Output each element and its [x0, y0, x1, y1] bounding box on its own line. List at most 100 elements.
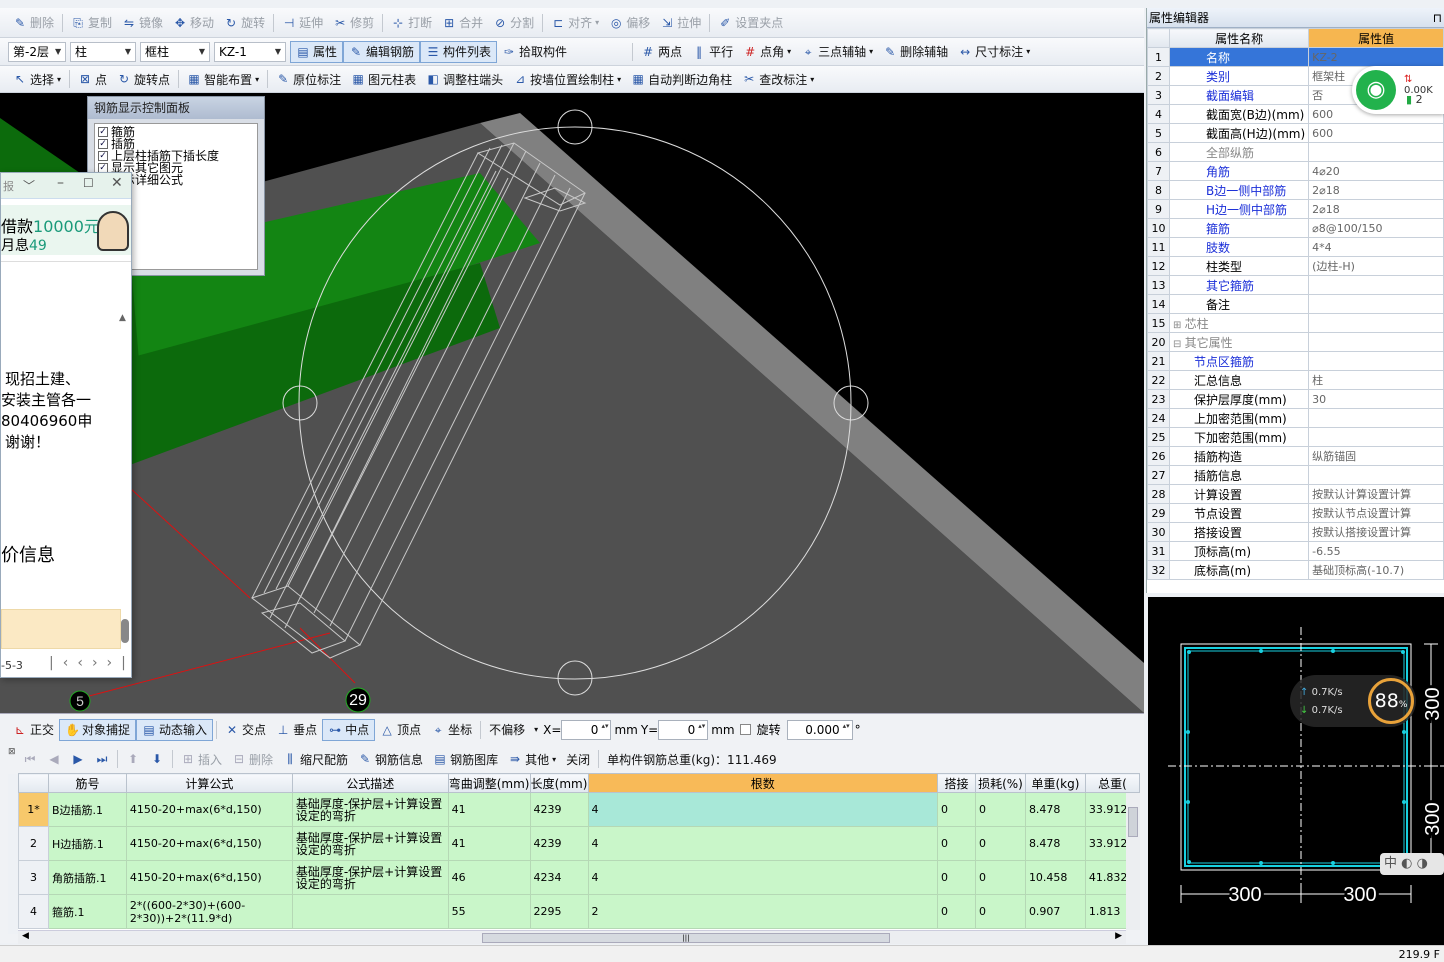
property-row[interactable]: 9 H边一侧中部筋 2⌀18: [1147, 199, 1444, 219]
rebar-library-button[interactable]: ▤ 钢筋图库: [428, 748, 503, 770]
checkbox-checked-icon[interactable]: ✓: [98, 151, 108, 161]
count-cell[interactable]: 4: [587, 860, 939, 895]
split-tool[interactable]: ⊘ 分割: [488, 12, 539, 34]
property-row[interactable]: 31 顶标高(m) -6.55: [1147, 541, 1444, 561]
unit-weight-cell[interactable]: 0.907: [1024, 894, 1086, 929]
property-row[interactable]: 15 ⊞ 芯柱: [1147, 313, 1444, 333]
horizontal-scrollbar[interactable]: ◀ ||| ▶: [18, 930, 1126, 944]
last-row-button[interactable]: ⏭: [90, 748, 114, 770]
property-row[interactable]: 7 角筋 4⌀20: [1147, 161, 1444, 181]
bend-cell[interactable]: 41: [447, 826, 531, 861]
property-value[interactable]: [1308, 427, 1444, 447]
align-tool[interactable]: ⊏ 对齐 ▾: [546, 12, 604, 34]
perpendicular-snap[interactable]: ⊥ 垂点: [271, 719, 322, 741]
insert-button[interactable]: ⊞ 插入: [176, 748, 227, 770]
property-row[interactable]: 20 ⊟ 其它属性: [1147, 332, 1444, 352]
last-page-icon[interactable]: ›|: [107, 655, 131, 671]
scroll-right-icon[interactable]: ▶: [1115, 931, 1122, 941]
property-row[interactable]: 24 上加密范围(mm): [1147, 408, 1444, 428]
property-value[interactable]: 2⌀18: [1308, 180, 1444, 200]
property-value[interactable]: 2⌀18: [1308, 199, 1444, 219]
adjust-end-button[interactable]: ◧ 调整柱端头: [421, 68, 508, 90]
select-button[interactable]: ↖ 选择 ▾: [8, 68, 66, 90]
coordinate-snap[interactable]: ⌖ 坐标: [426, 719, 477, 741]
bend-cell[interactable]: 55: [447, 894, 531, 929]
property-row[interactable]: 26 插筋构造 纵筋锚固: [1147, 446, 1444, 466]
property-value[interactable]: [1308, 142, 1444, 162]
rotate-input[interactable]: 0.000: [786, 719, 853, 740]
move-tool[interactable]: ✥ 移动: [168, 12, 219, 34]
property-value[interactable]: [1308, 294, 1444, 314]
component-select[interactable]: KZ-1 ▼: [214, 41, 286, 62]
property-value[interactable]: [1308, 275, 1444, 295]
checkbox-checked-icon[interactable]: ✓: [98, 139, 108, 149]
formula-cell[interactable]: 2*((600-2*30)+(600-2*30))+2*(11.9*d): [125, 894, 293, 929]
change-mark-button[interactable]: ✂ 查改标注 ▾: [737, 68, 819, 90]
desc-cell[interactable]: 基础厚度-保护层+计算设置设定的弯折: [291, 792, 449, 827]
by-wall-button[interactable]: ⊿ 按墙位置绘制柱 ▾: [508, 68, 626, 90]
copy-tool[interactable]: ⎘ 复制: [66, 12, 117, 34]
ime-toolbar[interactable]: 中 ◐ ◑: [1380, 853, 1444, 875]
property-value[interactable]: 基础顶标高(-10.7): [1308, 560, 1444, 580]
length-cell[interactable]: 4239: [529, 792, 589, 827]
column-table-button[interactable]: ▦ 图元柱表: [346, 68, 421, 90]
rotate-tool[interactable]: ↻ 旋转: [219, 12, 270, 34]
table-row[interactable]: 2 H边插筋.1 4150-20+max(6*d,150) 基础厚度-保护层+计算设置…: [18, 826, 1140, 861]
three-point-axis-button[interactable]: ⌖ 三点辅轴 ▾: [796, 41, 878, 63]
merge-tool[interactable]: ⊞ 合并: [437, 12, 488, 34]
next-page-icon[interactable]: ›: [92, 655, 107, 671]
rebar-info-button[interactable]: ✎ 钢筋信息: [353, 748, 428, 770]
pin-icon[interactable]: ⊓: [1433, 8, 1442, 28]
object-snap-toggle[interactable]: ✋ 对象捕捉: [59, 718, 137, 741]
unit-weight-cell[interactable]: 8.478: [1024, 792, 1086, 827]
table-row[interactable]: 4 箍筋.1 2*((600-2*30)+(600-2*30))+2*(11.9*d…: [18, 894, 1140, 929]
property-value[interactable]: 按默认计算设置计算: [1308, 484, 1444, 504]
auto-corner-button[interactable]: ▦ 自动判断边角柱: [626, 68, 737, 90]
property-row[interactable]: 32 底标高(m) 基础顶标高(-10.7): [1147, 560, 1444, 580]
property-value[interactable]: [1308, 332, 1444, 352]
property-row[interactable]: 8 B边一侧中部筋 2⌀18: [1147, 180, 1444, 200]
bar-no-cell[interactable]: 角筋插筋.1: [47, 860, 127, 895]
original-mark-button[interactable]: ✎ 原位标注: [271, 68, 346, 90]
formula-cell[interactable]: 4150-20+max(6*d,150): [125, 826, 293, 861]
stretch-tool[interactable]: ⇲ 拉伸: [655, 12, 706, 34]
property-button[interactable]: ▤ 属性: [290, 40, 344, 63]
property-value[interactable]: KZ-2: [1308, 47, 1444, 67]
loss-cell[interactable]: 0: [974, 860, 1026, 895]
property-value[interactable]: [1308, 351, 1444, 371]
trim-tool[interactable]: ✂ 修剪: [328, 12, 379, 34]
loss-cell[interactable]: 0: [974, 894, 1026, 929]
move-down-button[interactable]: ⬇: [145, 748, 169, 770]
speed-widget[interactable]: ↑ 0.7K/s ↓ 0.7K/s 88%: [1290, 675, 1416, 727]
length-cell[interactable]: 4239: [529, 826, 589, 861]
property-value[interactable]: [1308, 465, 1444, 485]
maximize-icon[interactable]: ☐: [83, 176, 94, 190]
scroll-up-icon[interactable]: ▲: [119, 313, 126, 323]
property-value[interactable]: [1308, 408, 1444, 428]
desc-cell[interactable]: [291, 894, 449, 929]
grip-tool[interactable]: ✐ 设置夹点: [713, 12, 788, 34]
property-row[interactable]: 14 备注: [1147, 294, 1444, 314]
bend-cell[interactable]: 46: [447, 860, 531, 895]
property-row[interactable]: 11 肢数 4*4: [1147, 237, 1444, 257]
pick-component-button[interactable]: ✑ 拾取构件: [497, 41, 572, 63]
property-value[interactable]: [1308, 313, 1444, 333]
delete-tool[interactable]: ✎ 删除: [8, 12, 59, 34]
property-value[interactable]: 4⌀20: [1308, 161, 1444, 181]
bar-no-cell[interactable]: 箍筋.1: [47, 894, 127, 929]
edit-rebar-button[interactable]: ✎ 编辑钢筋: [343, 40, 421, 63]
property-row[interactable]: 21 节点区箍筋: [1147, 351, 1444, 371]
rotate-point-button[interactable]: ↻ 旋转点: [112, 68, 175, 90]
checkbox-checked-icon[interactable]: ✓: [98, 127, 108, 137]
point-button[interactable]: ⊠ 点: [73, 68, 112, 90]
net-widget[interactable]: ◉ ⇅ 0.00K ▮ 2: [1352, 66, 1444, 114]
move-up-button[interactable]: ⬆: [121, 748, 145, 770]
expand-icon[interactable]: ⊞: [1173, 320, 1185, 331]
property-value[interactable]: -6.55: [1308, 541, 1444, 561]
property-value[interactable]: 4*4: [1308, 237, 1444, 257]
property-value[interactable]: 按默认节点设置计算: [1308, 503, 1444, 523]
desc-cell[interactable]: 基础厚度-保护层+计算设置设定的弯折: [291, 826, 449, 861]
bar-no-cell[interactable]: B边插筋.1: [47, 792, 127, 827]
count-cell[interactable]: 4: [587, 826, 939, 861]
subtype-select[interactable]: 框柱 ▼: [140, 41, 210, 62]
